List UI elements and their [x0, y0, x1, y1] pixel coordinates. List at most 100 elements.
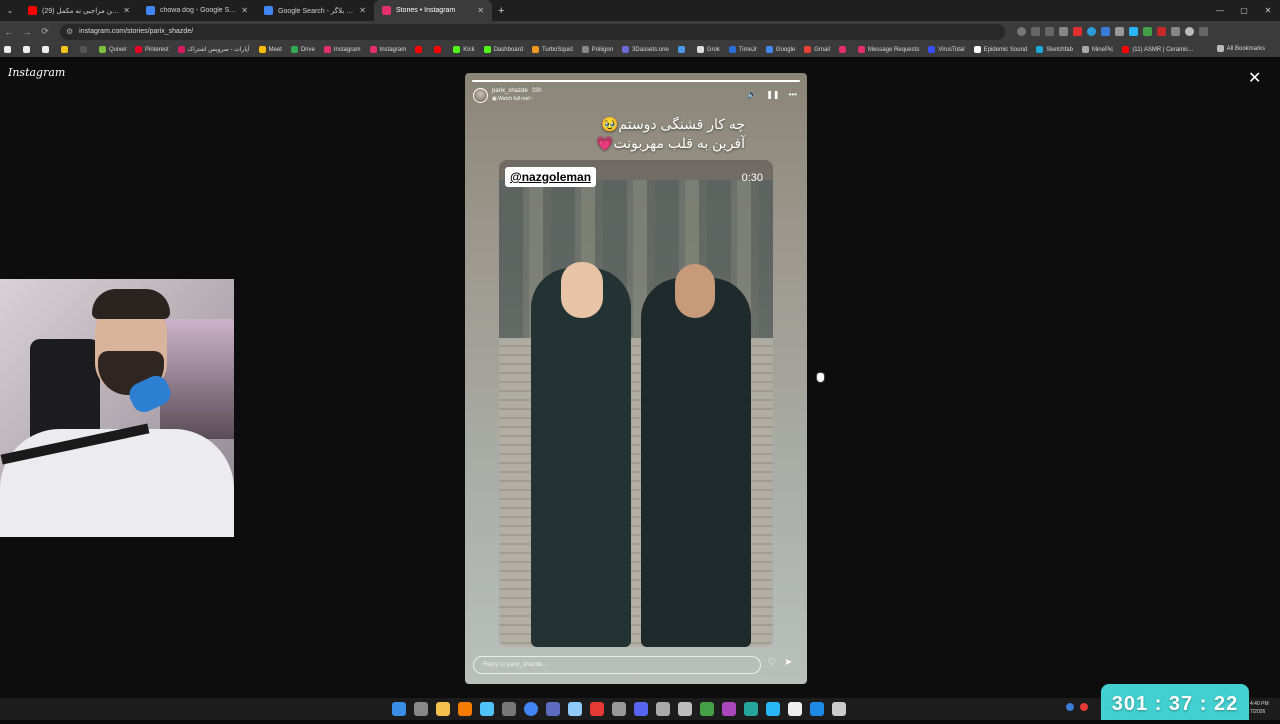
app-icon[interactable]: [568, 702, 582, 716]
close-story-button[interactable]: ✕: [1248, 68, 1261, 88]
story-viewer[interactable]: parix_shazde 33h ▣ Watch full reel › 🔈 ❚❚…: [465, 73, 807, 684]
avatar[interactable]: [473, 87, 488, 103]
bookmark-item[interactable]: آپارات - سرویس اشتراک: [177, 46, 250, 53]
reload-button[interactable]: ⟳: [36, 26, 54, 37]
bookmark-item[interactable]: Gmail: [804, 46, 830, 53]
app-icon[interactable]: [656, 702, 670, 716]
maximize-button[interactable]: ▢: [1232, 6, 1256, 15]
tray-icon[interactable]: [1080, 703, 1088, 711]
bookmark-item[interactable]: TurboSquid: [531, 46, 573, 53]
story-video[interactable]: @nazgoleman 0:30: [499, 160, 773, 647]
share-send-icon[interactable]: ➤: [784, 657, 792, 668]
app-icon[interactable]: [766, 702, 780, 716]
extension-icon[interactable]: [1115, 27, 1124, 36]
bookmark-star-icon[interactable]: [1059, 27, 1068, 36]
bookmark-item[interactable]: Google: [765, 46, 795, 53]
bookmark-item[interactable]: Instagram: [369, 46, 406, 53]
all-bookmarks-button[interactable]: All Bookmarks: [1216, 45, 1265, 52]
bookmark-item[interactable]: Sketchfab: [1036, 46, 1073, 53]
extension-icon[interactable]: [1073, 27, 1082, 36]
bookmark-folder-icon[interactable]: [42, 46, 52, 53]
address-bar[interactable]: ⚙ instagram.com/stories/parix_shazde/: [60, 23, 1005, 40]
app-icon[interactable]: [700, 702, 714, 716]
bookmark-item[interactable]: Kick: [453, 46, 475, 53]
bookmark-item[interactable]: Quixel: [99, 46, 126, 53]
extension-icon[interactable]: [1157, 27, 1166, 36]
volume-icon[interactable]: 🔈: [747, 90, 757, 99]
more-options-icon[interactable]: •••: [789, 90, 797, 99]
app-icon[interactable]: [590, 702, 604, 716]
bookmark-item[interactable]: [677, 46, 688, 53]
menu-icon[interactable]: [1199, 27, 1208, 36]
extension-icon[interactable]: [1087, 27, 1096, 36]
profile-icon[interactable]: [1185, 27, 1194, 36]
watch-full-reel-link[interactable]: ▣ Watch full reel ›: [492, 95, 542, 103]
bookmark-item[interactable]: Dashboard: [483, 46, 523, 53]
bookmark-item[interactable]: Message Requests: [857, 46, 919, 53]
back-button[interactable]: ←: [0, 27, 18, 37]
close-tab-icon[interactable]: ✕: [359, 6, 366, 15]
close-window-button[interactable]: ✕: [1256, 6, 1280, 15]
story-username[interactable]: parix_shazde: [492, 88, 528, 94]
pause-icon[interactable]: ❚❚: [766, 90, 779, 99]
bookmark-item[interactable]: Epidemic Sound: [973, 46, 1027, 53]
bookmark-item[interactable]: Poliigon: [581, 46, 613, 53]
task-view-icon[interactable]: [414, 702, 428, 716]
app-icon[interactable]: [480, 702, 494, 716]
like-heart-icon[interactable]: ♡: [767, 657, 776, 668]
bookmark-item[interactable]: Grok: [696, 46, 720, 53]
bookmark-item[interactable]: VirusTotal: [928, 46, 965, 53]
bookmark-item[interactable]: Instagram: [323, 46, 361, 53]
forward-button[interactable]: →: [18, 27, 36, 37]
app-icon[interactable]: [810, 702, 824, 716]
tab-search-button[interactable]: ⌄: [0, 6, 20, 15]
app-icon[interactable]: [678, 702, 692, 716]
close-tab-icon[interactable]: ✕: [241, 6, 248, 15]
puzzle-icon[interactable]: [1171, 27, 1180, 36]
instagram-logo[interactable]: Instagram: [8, 66, 65, 79]
bookmark-item[interactable]: Drive: [290, 46, 315, 53]
bookmark-item[interactable]: [434, 46, 444, 53]
browser-tab[interactable]: Stories • Instagram ✕: [374, 0, 492, 21]
tray-icon[interactable]: [1066, 703, 1074, 711]
install-icon[interactable]: [1031, 27, 1040, 36]
chrome-icon[interactable]: [524, 702, 538, 716]
browser-tab[interactable]: chowa dog - Google Search✕: [138, 0, 256, 21]
bookmark-item[interactable]: Meet: [258, 46, 282, 53]
reply-input[interactable]: Reply to parix_shazde...: [473, 656, 761, 674]
zoom-icon[interactable]: [1017, 27, 1026, 36]
bookmark-item[interactable]: (11) ASMR | Ceramic...: [1122, 46, 1193, 53]
search-icon[interactable]: [458, 702, 472, 716]
settings-icon[interactable]: [502, 702, 516, 716]
app-icon[interactable]: [612, 702, 626, 716]
mention-sticker[interactable]: @nazgoleman: [505, 167, 597, 187]
minimize-button[interactable]: —: [1208, 6, 1232, 15]
extension-icon[interactable]: [1129, 27, 1138, 36]
file-explorer-icon[interactable]: [436, 702, 450, 716]
bookmark-item[interactable]: [838, 46, 849, 53]
app-icon[interactable]: [832, 702, 846, 716]
new-tab-button[interactable]: +: [498, 5, 504, 17]
bookmark-folder-icon[interactable]: [61, 46, 71, 53]
app-icon[interactable]: [722, 702, 736, 716]
app-icon[interactable]: [546, 702, 560, 716]
grid-icon[interactable]: [80, 46, 90, 53]
close-tab-icon[interactable]: ✕: [477, 6, 484, 15]
apps-icon[interactable]: [4, 46, 14, 53]
bookmark-item[interactable]: TimeJr: [728, 46, 757, 53]
discord-icon[interactable]: [634, 702, 648, 716]
bookmark-folder-icon[interactable]: [23, 46, 33, 53]
taskbar-clock[interactable]: 4:40 PM 7/2026: [1250, 700, 1269, 716]
app-icon[interactable]: [744, 702, 758, 716]
app-icon[interactable]: [788, 702, 802, 716]
bookmark-item[interactable]: MinePic: [1081, 46, 1113, 53]
extension-icon[interactable]: [1101, 27, 1110, 36]
extension-icon[interactable]: [1143, 27, 1152, 36]
eye-off-icon[interactable]: [1045, 27, 1054, 36]
bookmark-item[interactable]: Pinterest: [135, 46, 169, 53]
bookmark-item[interactable]: [415, 46, 425, 53]
close-tab-icon[interactable]: ✕: [123, 6, 130, 15]
start-icon[interactable]: [392, 702, 406, 716]
bookmark-item[interactable]: 3Dassets.one: [622, 46, 669, 53]
browser-tab[interactable]: (29) تفاوت بین مراجبی نه مکمل ✕: [20, 0, 138, 21]
